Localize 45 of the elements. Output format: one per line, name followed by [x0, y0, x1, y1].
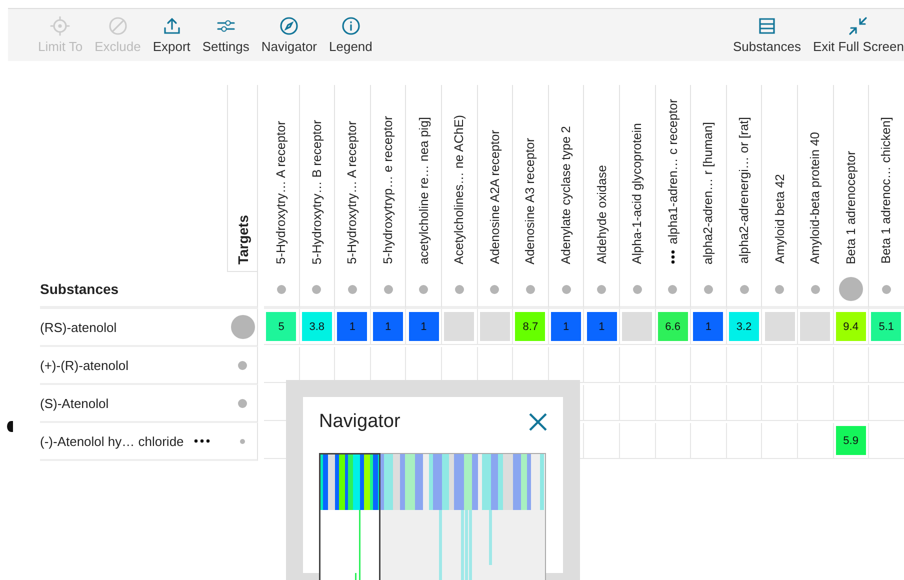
value-cell[interactable]: 5 [266, 312, 296, 341]
targets-heading: Targets [234, 215, 250, 265]
substance-name[interactable]: (S)-Atenolol [40, 396, 109, 410]
column-header[interactable]: Amyloid-beta protein 40 [798, 85, 834, 272]
value-cell[interactable]: 3.8 [302, 312, 332, 341]
toolbar-button[interactable]: Export [152, 16, 190, 54]
toolbar-button[interactable]: Substances [733, 16, 801, 54]
column-header[interactable]: Alpha-1-acid glycoprotein [620, 85, 656, 272]
navigator-title: Navigator [319, 411, 400, 433]
toolbar-button[interactable]: Exit Full Screen [812, 16, 904, 54]
substance-name[interactable]: (-)-Atenolol hy… chloride [40, 434, 184, 448]
toolbar-button[interactable]: Legend [329, 16, 372, 54]
value-cell[interactable]: 8.7 [515, 312, 546, 341]
column-header[interactable]: alpha1-adren… c receptor [656, 85, 692, 272]
column-header[interactable]: Amyloid beta 42 [762, 85, 798, 272]
value-cell[interactable]: 1 [337, 312, 368, 341]
value-cell[interactable]: 1 [551, 312, 582, 341]
column-header[interactable]: acetylcholine re… nea pig] [406, 85, 442, 272]
value-cell[interactable]: 6.6 [658, 312, 688, 341]
value-cell[interactable]: 9.4 [836, 312, 866, 341]
column-header[interactable]: 5-hydroxytryp… e receptor [370, 85, 406, 272]
substance-name[interactable]: (RS)-atenolol [40, 320, 117, 334]
value-cell[interactable]: 1 [373, 312, 404, 341]
column-header[interactable]: 5-Hydroxytry… A receptor [335, 85, 371, 272]
toolbar-button[interactable]: Settings [202, 16, 250, 54]
value-cell[interactable]: 1 [586, 312, 617, 341]
toolbar-button[interactable]: Navigator [261, 16, 318, 54]
column-header[interactable]: Beta 1 adrenoceptor [834, 85, 870, 272]
column-header[interactable]: 5-Hydroxytry… B receptor [300, 85, 336, 272]
substances-heading: Substances [40, 281, 119, 297]
column-header[interactable]: Adenylate cyclase type 2 [548, 85, 584, 272]
column-header[interactable]: Acetylcholines… ne AChE) [442, 85, 478, 272]
value-cell[interactable]: 1 [408, 312, 439, 341]
value-cell[interactable]: 5.1 [871, 312, 902, 341]
column-header[interactable]: alpha2-adrenergi… or [rat] [726, 85, 762, 272]
value-cell[interactable]: 5.9 [836, 426, 866, 455]
value-cell[interactable]: 1 [693, 312, 724, 341]
column-header[interactable]: Beta 1 adrenoc… chicken] [869, 85, 904, 272]
column-header[interactable]: Aldehyde oxidase [584, 85, 620, 272]
column-header[interactable]: Adenosine A2A receptor [478, 85, 514, 272]
value-cell[interactable]: 3.2 [729, 312, 760, 341]
column-header[interactable]: 5-Hydroxytry… A receptor [264, 85, 300, 272]
column-header[interactable]: alpha2-adren… r [human] [691, 85, 727, 272]
column-header[interactable]: Adenosine A3 receptor [513, 85, 549, 272]
substance-name[interactable]: (+)-(R)-atenolol [40, 358, 128, 372]
